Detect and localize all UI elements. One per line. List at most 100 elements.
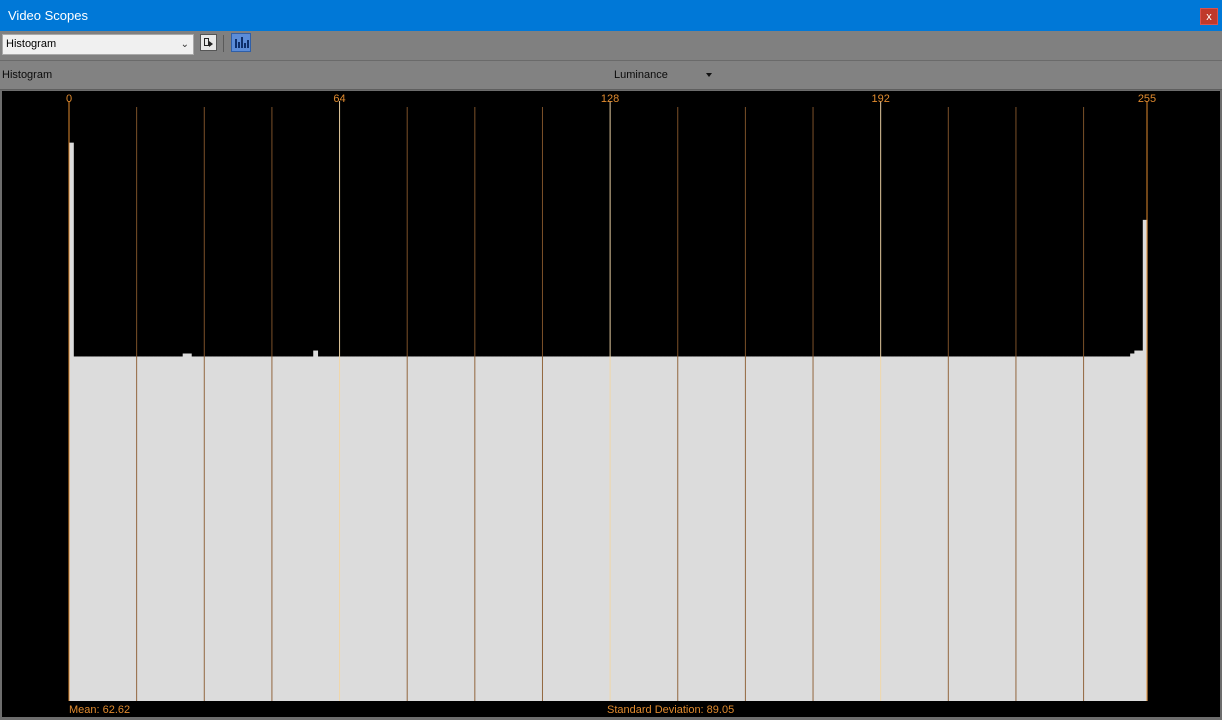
histogram-panel: 0 64 128 192 255 Mean: 62.62 Standard Deviatio… — [0, 90, 1222, 720]
histogram-bar — [309, 356, 314, 701]
histogram-bar — [342, 356, 348, 701]
histogram-bar — [574, 356, 580, 701]
histogram-bar — [1037, 356, 1043, 701]
histogram-bar — [178, 356, 184, 701]
histogram-bar — [637, 356, 643, 701]
histogram-bar — [275, 356, 281, 701]
histogram-bar — [982, 356, 988, 701]
window-title: Video Scopes — [8, 8, 88, 23]
histogram-canvas: 0 64 128 192 255 Mean: 62.62 Standard Deviatio… — [2, 91, 1220, 717]
histogram-bar — [1024, 356, 1030, 701]
histogram-bar — [666, 356, 672, 701]
histogram-bar — [763, 356, 769, 701]
histogram-bar — [881, 356, 887, 701]
histogram-bar — [1016, 356, 1022, 701]
close-button[interactable]: x — [1200, 8, 1218, 25]
histogram-bar — [220, 356, 226, 701]
histogram-bar — [658, 356, 664, 701]
histogram-bar — [296, 356, 302, 701]
histogram-bar — [599, 356, 605, 701]
histogram-bar — [250, 356, 255, 701]
histogram-bar — [346, 356, 352, 701]
histogram-bar — [431, 356, 436, 701]
histogram-bar — [561, 356, 567, 701]
histogram-bar — [195, 356, 201, 701]
histogram-bar — [304, 356, 310, 701]
histogram-bar — [738, 356, 744, 701]
histogram-bar — [582, 356, 588, 701]
histogram-bar — [69, 142, 74, 701]
histogram-bar — [224, 356, 230, 701]
histogram-bar — [1029, 356, 1034, 701]
histogram-bar — [98, 356, 104, 701]
histogram-bar — [1134, 350, 1140, 701]
histogram-bar — [650, 356, 655, 701]
histogram-bar — [544, 356, 550, 701]
histogram-bar — [237, 356, 243, 701]
histogram-bar — [1083, 356, 1089, 701]
histogram-bar — [1058, 356, 1064, 701]
histogram-bar — [1125, 356, 1131, 701]
histogram-bar — [696, 356, 702, 701]
histogram-bar — [1075, 356, 1081, 701]
channel-select[interactable]: Luminance — [614, 69, 668, 81]
histogram-bar — [986, 356, 992, 701]
histogram-bar — [144, 356, 150, 701]
histogram-bar — [199, 356, 205, 701]
histogram-bar — [704, 356, 710, 701]
histogram-bar — [570, 356, 575, 701]
histogram-bar — [502, 356, 508, 701]
histogram-bar — [835, 356, 841, 701]
histogram-bar — [490, 356, 495, 701]
std-dev-stat: Standard Deviation: 89.05 — [607, 704, 734, 716]
channel-dropdown-icon[interactable] — [706, 73, 712, 77]
histogram-bar — [1062, 356, 1068, 701]
histogram-bar — [85, 356, 91, 701]
histogram-bar — [591, 356, 596, 701]
histogram-bar — [287, 356, 293, 701]
histogram-bar — [616, 356, 622, 701]
histogram-bar — [923, 356, 929, 701]
histogram-bar — [671, 356, 676, 701]
histogram-bar — [384, 356, 390, 701]
histogram-bar — [418, 356, 424, 701]
histogram-bar — [1050, 356, 1055, 701]
histogram-bar — [713, 356, 719, 701]
histogram-bar — [784, 356, 790, 701]
histogram-bar — [313, 350, 319, 701]
histogram-bar — [165, 356, 171, 701]
histogram-bar — [565, 356, 571, 701]
histogram-bar — [721, 356, 727, 701]
histogram-bar — [1100, 356, 1106, 701]
select-region-icon[interactable] — [200, 34, 217, 51]
histogram-bar — [894, 356, 900, 701]
histogram-bar — [317, 356, 323, 701]
histogram-chart: 0 64 128 192 255Mean: 62.62 Standard Deviatio… — [66, 93, 1156, 716]
histogram-bar — [161, 356, 167, 701]
histogram-bar — [751, 356, 756, 701]
histogram-bar — [1113, 356, 1119, 701]
histogram-bar — [692, 356, 698, 701]
histogram-bar — [414, 356, 420, 701]
histogram-bar — [157, 356, 163, 701]
histogram-bar — [1020, 356, 1026, 701]
histogram-bar — [494, 356, 500, 701]
histogram-bar — [292, 356, 297, 701]
histogram-bar — [629, 356, 634, 701]
histogram-bar — [852, 356, 858, 701]
histogram-icon[interactable] — [231, 33, 251, 52]
x-tick-label: 64 — [333, 93, 345, 105]
histogram-bar — [953, 356, 959, 701]
histogram-bar — [991, 356, 997, 701]
chevron-down-icon: ⌄ — [180, 39, 189, 50]
histogram-bar — [793, 356, 799, 701]
scope-type-select[interactable]: Histogram ⌄ — [2, 34, 194, 55]
histogram-bar — [620, 356, 626, 701]
histogram-bar — [245, 356, 251, 701]
histogram-bar — [477, 356, 483, 701]
histogram-bar — [254, 356, 260, 701]
histogram-bar — [435, 356, 441, 701]
histogram-bar — [527, 356, 533, 701]
histogram-bar — [734, 356, 740, 701]
histogram-bar — [902, 356, 908, 701]
